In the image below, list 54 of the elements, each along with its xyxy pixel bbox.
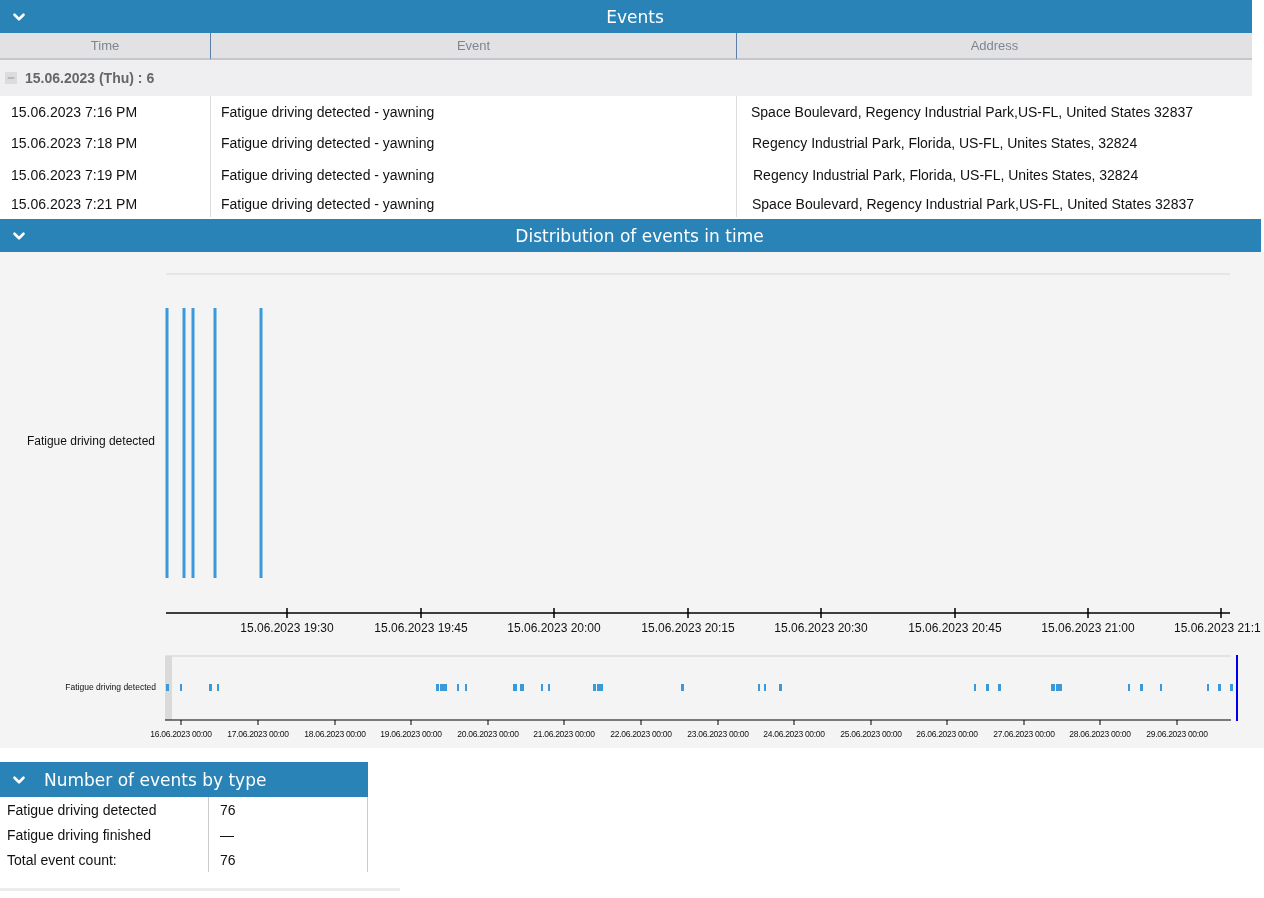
table-cell: 76: [208, 797, 368, 822]
range-handle[interactable]: [1236, 655, 1238, 721]
table-cell: Fatigue driving detected - yawning: [210, 127, 736, 159]
panel-title: Events: [605, 6, 665, 27]
column-header[interactable]: Time: [0, 33, 210, 60]
axis-label: 15.06.2023 20:45: [908, 621, 1002, 635]
table-cell: Fatigue driving detected - yawning: [210, 159, 736, 191]
axis-label: 27.06.2023 00:00: [993, 729, 1055, 739]
table-cell: —: [208, 822, 368, 847]
axis-label: 29.06.2023 00:00: [1146, 729, 1208, 739]
table-cell-text: 15.06.2023 7:21 PM: [10, 195, 139, 214]
axis-label: 19.06.2023 00:00: [380, 729, 442, 739]
axis-label: 15.06.2023 20:15: [641, 621, 735, 635]
row-label: Fatigue driving detected: [65, 682, 156, 692]
overview-strip[interactable]: [164, 655, 1232, 726]
axis-label: 15.06.2023 21:1: [1174, 621, 1261, 635]
table-cell-text: 15.06.2023 7:16 PM: [10, 102, 139, 122]
axis-label: 24.06.2023 00:00: [763, 729, 825, 739]
table-cell: Space Boulevard, Regency Industrial Park,US-FL, United States 32837: [736, 96, 1252, 127]
column-header[interactable]: Address: [736, 33, 1252, 60]
table-cell-text: Total event count:: [6, 850, 118, 870]
table-cell-text: Fatigue driving detected: [6, 800, 158, 820]
panel-header[interactable]: Events: [0, 0, 1252, 33]
table-cell: Regency Industrial Park, Florida, US-FL, Unites States, 32824: [736, 127, 1252, 159]
row-label: Fatigue driving detected: [26, 434, 155, 448]
table-cell-text: Fatigue driving finished: [6, 825, 152, 845]
axis-label: 15.06.2023 19:30: [240, 621, 334, 635]
table-cell: Fatigue driving detected - yawning: [210, 191, 736, 217]
axis-label: 18.06.2023 00:00: [304, 729, 366, 739]
axis-label: 22.06.2023 00:00: [610, 729, 672, 739]
axis-label: 25.06.2023 00:00: [840, 729, 902, 739]
panel-title: Number of events by type: [43, 769, 268, 790]
table-cell: 76: [208, 847, 368, 872]
axis-label: 26.06.2023 00:00: [916, 729, 978, 739]
column-header[interactable]: Event: [210, 33, 736, 60]
table-cell-text: 15.06.2023 7:19 PM: [10, 166, 139, 185]
axis-label: 16.06.2023 00:00: [150, 729, 212, 739]
table-cell: Space Boulevard, Regency Industrial Park,US-FL, United States 32837: [736, 191, 1252, 217]
axis-label: 15.06.2023 20:30: [774, 621, 868, 635]
axis-label: 28.06.2023 00:00: [1069, 729, 1131, 739]
table-cell: Regency Industrial Park, Florida, US-FL, Unites States, 32824: [736, 159, 1252, 191]
axis-label: 17.06.2023 00:00: [227, 729, 289, 739]
axis-label: 15.06.2023 20:00: [507, 621, 601, 635]
axis-label: 15.06.2023 21:00: [1041, 621, 1135, 635]
axis-label: 20.06.2023 00:00: [457, 729, 519, 739]
panel-header[interactable]: Distribution of events in time: [0, 219, 1261, 252]
panel-header[interactable]: Number of events by type: [0, 762, 368, 797]
table-cell: Fatigue driving detected - yawning: [210, 96, 736, 127]
table-cell-text: 15.06.2023 7:18 PM: [10, 134, 139, 153]
axis-label: 23.06.2023 00:00: [687, 729, 749, 739]
axis-label: 21.06.2023 00:00: [533, 729, 595, 739]
axis-label: 15.06.2023 19:45: [374, 621, 468, 635]
group-label: 15.06.2023 (Thu) : 6: [25, 70, 155, 86]
panel-title: Distribution of events in time: [514, 225, 765, 246]
